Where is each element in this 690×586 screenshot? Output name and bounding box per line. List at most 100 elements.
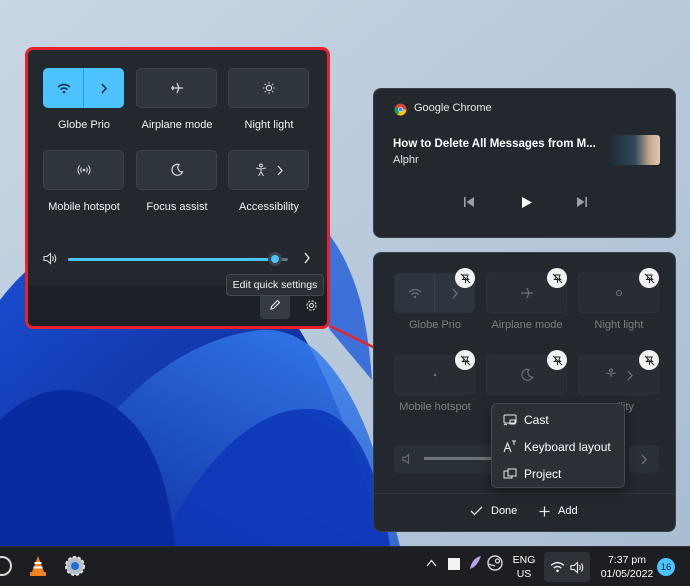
chevron-right-icon xyxy=(640,454,648,465)
unpin-button[interactable] xyxy=(547,268,567,288)
add-tile-menu: Cast Keyboard layout Project xyxy=(491,403,625,488)
menu-item-project[interactable]: Project xyxy=(496,461,620,486)
steam-icon[interactable] xyxy=(487,555,503,571)
volume-slider-fill xyxy=(68,258,274,261)
unpin-button[interactable] xyxy=(639,350,659,370)
unpin-button[interactable] xyxy=(547,350,567,370)
speaker-icon xyxy=(570,561,585,574)
tile-label: Mobile hotspot xyxy=(399,401,471,413)
airplane-icon xyxy=(170,81,184,95)
menu-item-label: Cast xyxy=(524,412,549,427)
next-icon[interactable] xyxy=(576,196,588,208)
play-icon[interactable] xyxy=(521,196,533,209)
edit-quick-settings-tooltip: Edit quick settings xyxy=(226,274,324,296)
tile-label: Airplane mode xyxy=(141,119,213,131)
keyboard-layout-icon xyxy=(496,440,524,453)
airplane-mode-tile[interactable] xyxy=(136,68,217,108)
unpin-icon xyxy=(460,273,471,284)
tile-label: Night light xyxy=(244,119,294,131)
vlc-icon[interactable] xyxy=(28,555,48,577)
night-light-icon xyxy=(612,286,626,300)
night-light-tile[interactable] xyxy=(228,68,309,108)
unpin-icon xyxy=(644,355,655,366)
clock-time[interactable]: 7:37 pm xyxy=(596,554,658,566)
wifi-toggle[interactable] xyxy=(44,69,83,107)
focus-assist-tile[interactable] xyxy=(136,150,217,190)
menu-item-label: Project xyxy=(524,466,562,481)
tile-label: Night light xyxy=(594,319,644,331)
airplane-icon xyxy=(520,286,534,300)
wifi-expand-button[interactable] xyxy=(83,69,123,107)
taskbar: ENG US 7:37 pm 01/05/2022 16 xyxy=(0,546,690,586)
tray-app-icon[interactable] xyxy=(448,558,460,570)
clock-date[interactable]: 01/05/2022 xyxy=(596,568,658,580)
speaker-icon xyxy=(402,453,415,465)
volume-slider-thumb[interactable] xyxy=(268,252,282,266)
moon-icon xyxy=(170,163,184,177)
unpin-button[interactable] xyxy=(639,268,659,288)
tile-label: Airplane mode xyxy=(491,319,563,331)
gear-icon xyxy=(305,299,318,312)
tile-label: Globe Prio xyxy=(58,119,110,131)
media-title: How to Delete All Messages from M... xyxy=(393,138,596,150)
chevron-right-icon xyxy=(626,370,634,381)
media-card: Google Chrome How to Delete All Messages… xyxy=(373,88,676,238)
hotspot-icon xyxy=(428,368,442,382)
plus-icon xyxy=(539,506,550,517)
language-indicator[interactable]: ENG xyxy=(508,554,540,566)
tile-label: Accessibility xyxy=(239,201,299,213)
volume-row-edit xyxy=(394,445,504,473)
previous-icon[interactable] xyxy=(463,196,475,208)
chevron-right-icon xyxy=(276,165,284,176)
chevron-up-icon[interactable] xyxy=(426,559,437,567)
media-source: Alphr xyxy=(393,154,419,166)
project-icon xyxy=(496,468,524,480)
unpin-icon xyxy=(644,273,655,284)
menu-item-cast[interactable]: Cast xyxy=(496,407,620,432)
mobile-hotspot-tile[interactable] xyxy=(43,150,124,190)
start-app-icon[interactable] xyxy=(0,556,12,576)
accessibility-tile[interactable] xyxy=(228,150,309,190)
audio-output-chevron-icon[interactable] xyxy=(303,252,311,264)
wifi-tile[interactable] xyxy=(43,68,124,108)
checkmark-icon xyxy=(470,506,483,516)
speaker-icon[interactable] xyxy=(43,252,58,265)
tile-label: Globe Prio xyxy=(409,319,461,331)
media-app-name: Google Chrome xyxy=(414,102,492,114)
done-label: Done xyxy=(491,505,518,517)
system-tray-button[interactable] xyxy=(544,552,590,582)
tile-label: Focus assist xyxy=(146,201,208,213)
chrome-icon xyxy=(394,103,407,116)
wifi-icon xyxy=(550,561,565,573)
wifi-icon xyxy=(408,288,422,299)
notification-badge[interactable]: 16 xyxy=(657,558,675,576)
unpin-icon xyxy=(552,355,563,366)
unpin-icon xyxy=(552,273,563,284)
tile-label: Mobile hotspot xyxy=(48,201,120,213)
language-region: US xyxy=(516,568,532,580)
unpin-button[interactable] xyxy=(455,350,475,370)
unpin-icon xyxy=(460,355,471,366)
edit-footer: Done Add xyxy=(374,493,675,531)
add-button[interactable]: Add xyxy=(539,505,578,517)
settings-app-icon[interactable] xyxy=(64,555,86,577)
menu-item-keyboard-layout[interactable]: Keyboard layout xyxy=(496,434,620,459)
wifi-icon xyxy=(57,83,71,94)
done-button[interactable]: Done xyxy=(470,505,517,517)
moon-icon xyxy=(520,368,534,382)
chevron-right-icon xyxy=(100,83,108,94)
feather-icon[interactable] xyxy=(468,555,482,571)
add-label: Add xyxy=(558,505,578,517)
accessibility-icon xyxy=(604,368,618,382)
audio-output-button-edit xyxy=(629,445,659,473)
cast-icon xyxy=(496,414,524,426)
chevron-right-icon xyxy=(451,288,459,299)
media-thumbnail xyxy=(610,135,660,165)
accessibility-icon xyxy=(254,163,268,177)
night-light-icon xyxy=(262,81,276,95)
hotspot-icon xyxy=(76,163,91,177)
quick-settings-edit-panel: Globe Prio Airplane mode Night light Mob… xyxy=(373,252,676,532)
pencil-icon xyxy=(269,299,281,311)
menu-item-label: Keyboard layout xyxy=(524,439,611,454)
unpin-button[interactable] xyxy=(455,268,475,288)
